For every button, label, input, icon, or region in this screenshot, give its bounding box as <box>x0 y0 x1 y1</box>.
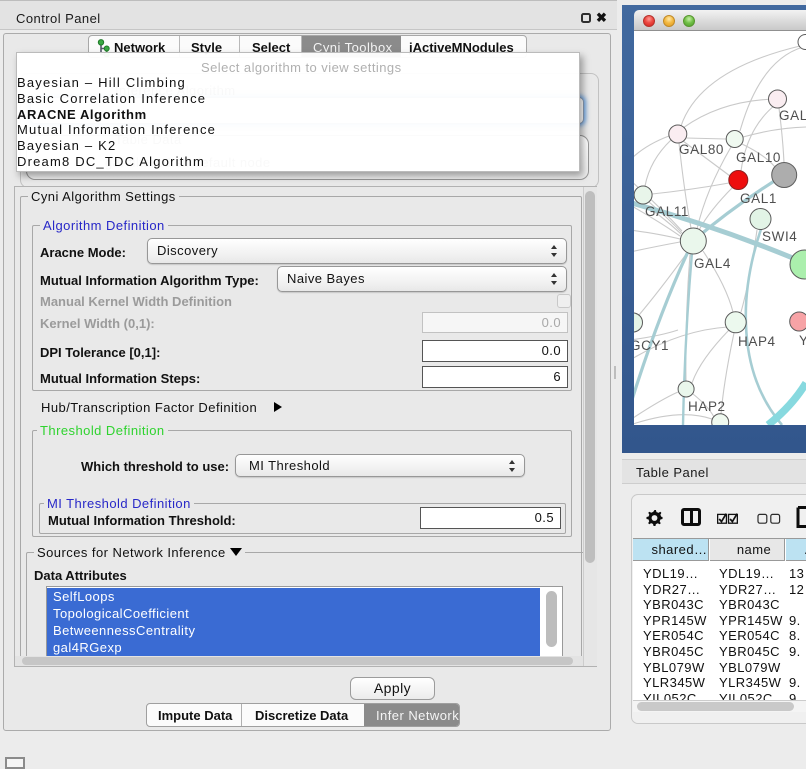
svg-text:GAL10: GAL10 <box>736 150 781 165</box>
svg-text:HAP2: HAP2 <box>688 399 726 414</box>
svg-text:GAL80: GAL80 <box>679 142 724 157</box>
svg-text:GAL11: GAL11 <box>645 204 689 219</box>
svg-text:Y: Y <box>799 333 806 348</box>
svg-text:SWI4: SWI4 <box>762 229 797 244</box>
svg-text:GAL2: GAL2 <box>779 108 806 123</box>
svg-text:HAP4: HAP4 <box>738 334 776 349</box>
svg-text:GCY1: GCY1 <box>634 338 669 353</box>
svg-text:GAL4: GAL4 <box>694 256 731 271</box>
svg-text:GAL1: GAL1 <box>740 191 777 206</box>
